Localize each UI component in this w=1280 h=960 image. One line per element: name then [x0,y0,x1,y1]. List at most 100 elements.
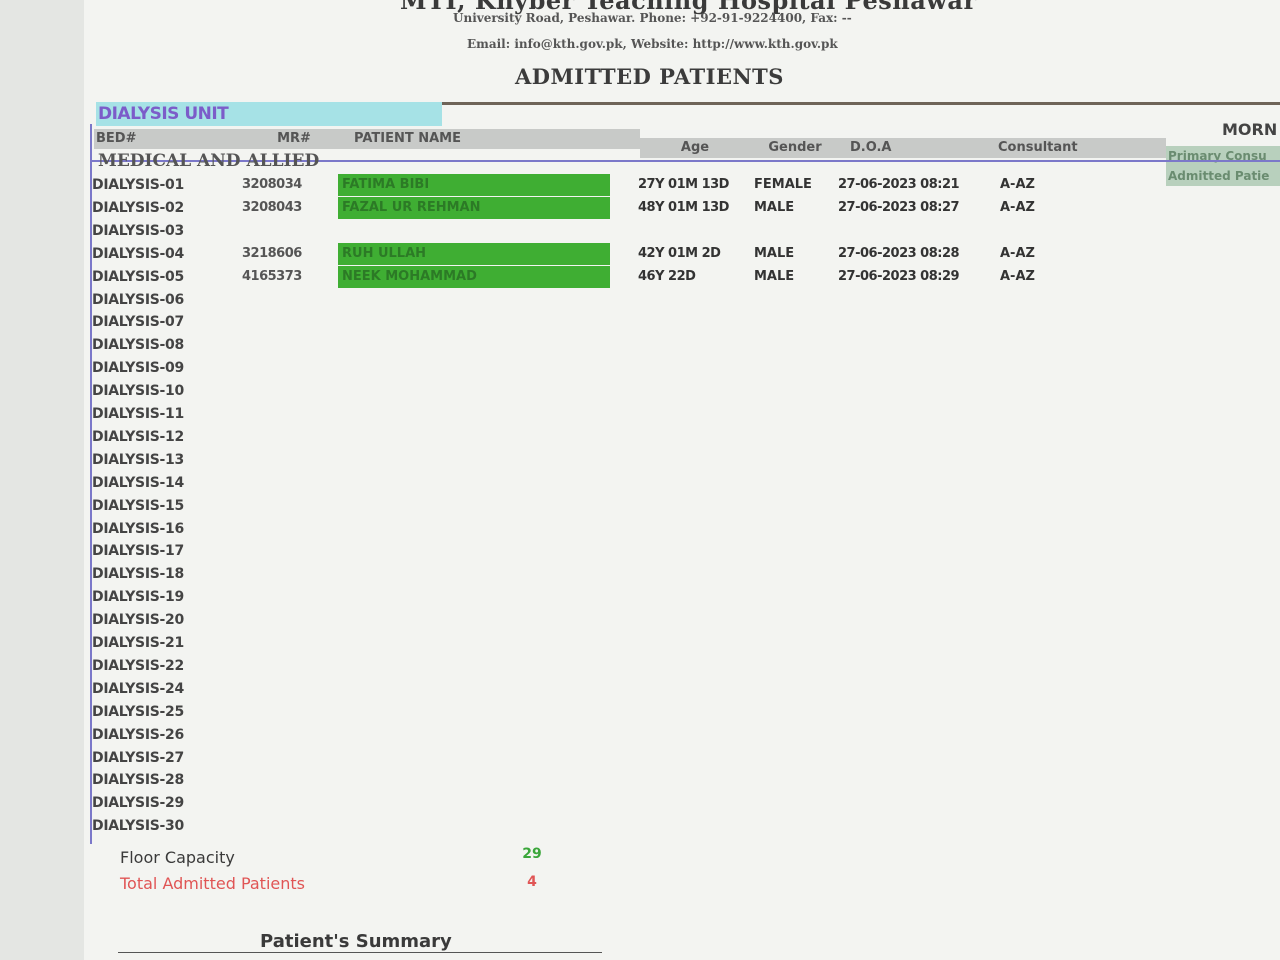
summary-divider [118,952,602,953]
table-row: DIALYSIS-07 [92,311,1092,333]
table-row: DIALYSIS-24 [92,678,1092,700]
doa-cell: 27-06-2023 08:29 [838,269,960,284]
table-row: DIALYSIS-12 [92,426,1092,448]
column-header-patient-name: PATIENT NAME [344,129,640,149]
unit-label: DIALYSIS UNIT [96,102,442,126]
bed-cell: DIALYSIS-30 [92,818,184,834]
table-row: DIALYSIS-29 [92,792,1092,814]
age-cell: 48Y 01M 13D [638,200,729,215]
table-row: DIALYSIS-25 [92,701,1092,723]
patient-name-cell: FAZAL UR REHMAN [338,197,610,219]
column-header-gender: Gender [750,138,840,158]
hospital-address: University Road, Peshawar. Phone: +92-91… [453,11,852,25]
bed-cell: DIALYSIS-12 [92,429,184,445]
bed-cell: DIALYSIS-01 [92,177,184,193]
table-row: DIALYSIS-10 [92,380,1092,402]
table-row: DIALYSIS-19 [92,586,1092,608]
patient-name-cell: RUH ULLAH [338,243,610,265]
age-cell: 46Y 22D [638,269,696,284]
doa-cell: 27-06-2023 08:28 [838,246,960,261]
consultant-cell: A-AZ [1000,200,1035,215]
table-row: DIALYSIS-26 [92,724,1092,746]
gender-cell: MALE [754,200,795,215]
total-admitted-value: 4 [527,874,537,890]
bed-cell: DIALYSIS-11 [92,406,184,422]
table-row: DIALYSIS-15 [92,495,1092,517]
bed-cell: DIALYSIS-16 [92,521,184,537]
table-row: DIALYSIS-02 3208043 FAZAL UR REHMAN 48Y 01M… [92,197,1092,219]
bed-cell: DIALYSIS-02 [92,200,184,216]
bed-cell: DIALYSIS-03 [92,223,184,239]
bed-cell: DIALYSIS-17 [92,543,184,559]
bed-cell: DIALYSIS-25 [92,704,184,720]
bed-cell: DIALYSIS-15 [92,498,184,514]
table-row: DIALYSIS-13 [92,449,1092,471]
table-row: DIALYSIS-01 3208034 FATIMA BIBI 27Y 01M 13D… [92,174,1092,196]
mr-cell: 4165373 [242,269,302,284]
table-row: DIALYSIS-11 [92,403,1092,425]
table-row: DIALYSIS-30 [92,815,1092,837]
table-row: DIALYSIS-04 3218606 RUH ULLAH 42Y 01M 2D MAL… [92,243,1092,265]
primary-consultant-label: Primary Consu [1168,149,1267,163]
table-row: DIALYSIS-14 [92,472,1092,494]
page-title: ADMITTED PATIENTS [515,64,784,89]
column-header-bed: BED# [94,129,246,149]
bed-cell: DIALYSIS-10 [92,383,184,399]
consultant-cell: A-AZ [1000,177,1035,192]
bed-cell: DIALYSIS-06 [92,292,184,308]
bed-cell: DIALYSIS-21 [92,635,184,651]
mr-cell: 3208034 [242,177,302,192]
table-row: DIALYSIS-27 [92,747,1092,769]
table-row: DIALYSIS-18 [92,563,1092,585]
consultant-cell: A-AZ [1000,246,1035,261]
table-row: DIALYSIS-28 [92,769,1092,791]
table-row: DIALYSIS-03 [92,220,1092,242]
gender-cell: FEMALE [754,177,812,192]
patients-summary-title: Patient's Summary [260,931,452,952]
mr-cell: 3208043 [242,200,302,215]
table-row: DIALYSIS-17 [92,540,1092,562]
bed-cell: DIALYSIS-28 [92,772,184,788]
bed-cell: DIALYSIS-19 [92,589,184,605]
consultant-cell: A-AZ [1000,269,1035,284]
bed-cell: DIALYSIS-09 [92,360,184,376]
age-cell: 27Y 01M 13D [638,177,729,192]
right-panel: Primary Consu Admitted Patie [1166,146,1280,186]
table-row: DIALYSIS-09 [92,357,1092,379]
table-row: DIALYSIS-22 [92,655,1092,677]
gender-cell: MALE [754,246,795,261]
table-row: DIALYSIS-06 [92,289,1092,311]
table-row: DIALYSIS-16 [92,518,1092,540]
bed-cell: DIALYSIS-24 [92,681,184,697]
shift-label: MORN [1222,120,1278,139]
hospital-contact: Email: info@kth.gov.pk, Website: http://… [467,37,838,51]
total-admitted-label: Total Admitted Patients [120,874,305,893]
bed-cell: DIALYSIS-08 [92,337,184,353]
bed-cell: DIALYSIS-27 [92,750,184,766]
column-header-doa: D.O.A [840,138,990,158]
mr-cell: 3218606 [242,246,302,261]
section-label: MEDICAL AND ALLIED [98,151,320,171]
bed-cell: DIALYSIS-26 [92,727,184,743]
bed-cell: DIALYSIS-22 [92,658,184,674]
bed-cell: DIALYSIS-07 [92,314,184,330]
bed-cell: DIALYSIS-14 [92,475,184,491]
floor-capacity-label: Floor Capacity [120,848,235,867]
patient-name-cell: FATIMA BIBI [338,174,610,196]
table-row: DIALYSIS-20 [92,609,1092,631]
table-row: DIALYSIS-05 4165373 NEEK MOHAMMAD 46Y 22D MA… [92,266,1092,288]
admitted-patients-label: Admitted Patie [1168,169,1270,183]
column-header-mr: MR# [244,129,344,149]
table-row: DIALYSIS-08 [92,334,1092,356]
bed-cell: DIALYSIS-05 [92,269,184,285]
gender-cell: MALE [754,269,795,284]
bed-cell: DIALYSIS-29 [92,795,184,811]
floor-capacity-value: 29 [522,846,542,862]
bed-cell: DIALYSIS-13 [92,452,184,468]
age-cell: 42Y 01M 2D [638,246,721,261]
column-header-consultant: Consultant [990,138,1166,158]
table-row: DIALYSIS-21 [92,632,1092,654]
doa-cell: 27-06-2023 08:21 [838,177,960,192]
bed-cell: DIALYSIS-20 [92,612,184,628]
patient-name-cell: NEEK MOHAMMAD [338,266,610,288]
